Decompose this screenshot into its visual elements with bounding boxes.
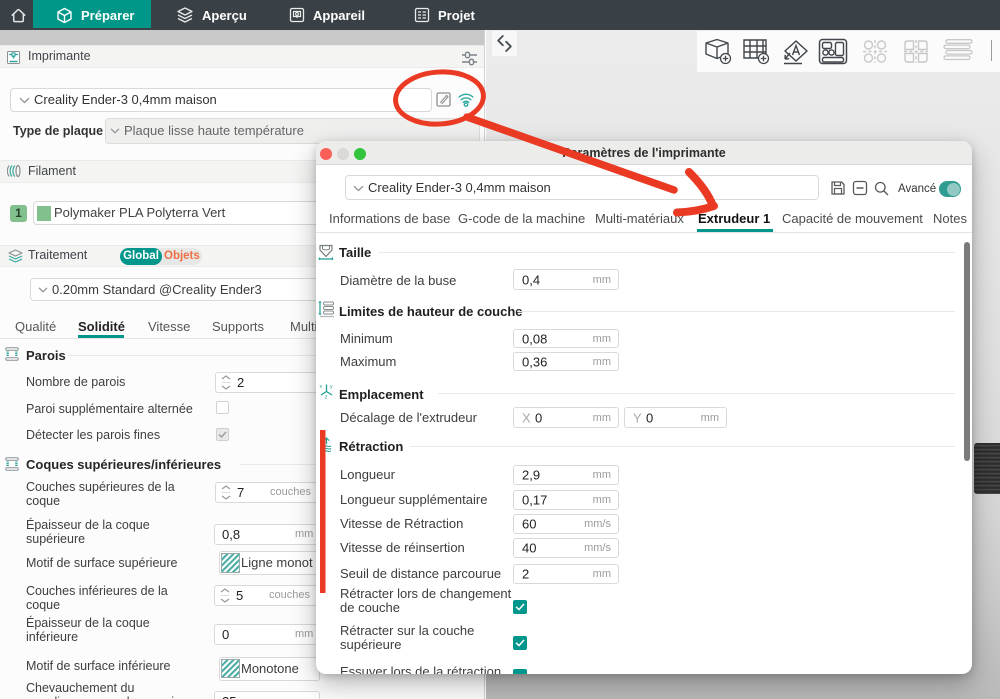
- svg-text:x: x: [320, 384, 323, 390]
- svg-text:z: z: [325, 395, 328, 400]
- svg-text:y: y: [330, 384, 333, 390]
